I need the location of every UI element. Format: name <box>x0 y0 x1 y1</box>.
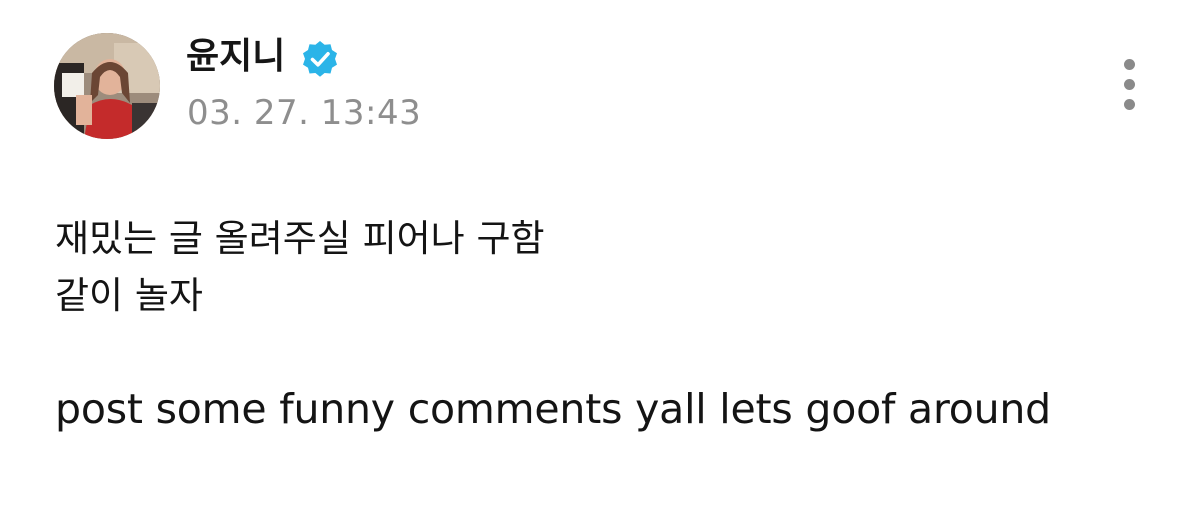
more-vertical-icon <box>1124 59 1135 70</box>
more-vertical-icon-dot <box>1124 99 1135 110</box>
profile-photo <box>54 33 160 139</box>
author-name[interactable]: 윤지니 <box>186 34 285 80</box>
post-timestamp: 03. 27. 13:43 <box>187 93 422 133</box>
post-body-line: 재밌는 글 올려주실 피어나 구함 <box>55 217 545 260</box>
verified-badge-icon <box>303 41 337 77</box>
more-options-button[interactable] <box>1116 56 1144 116</box>
post-body: 재밌는 글 올려주실 피어나 구함 같이 놀자 post some funny … <box>55 210 1155 438</box>
more-vertical-icon-dot <box>1124 79 1135 90</box>
post-card: 윤지니 03. 27. 13:43 재밌는 글 올려주실 피어나 구함 같이 놀… <box>0 0 1200 523</box>
avatar[interactable] <box>54 33 160 139</box>
post-body-line: 같이 놀자 <box>55 274 203 317</box>
post-body-line: post some funny comments yall lets goof … <box>55 385 1052 433</box>
